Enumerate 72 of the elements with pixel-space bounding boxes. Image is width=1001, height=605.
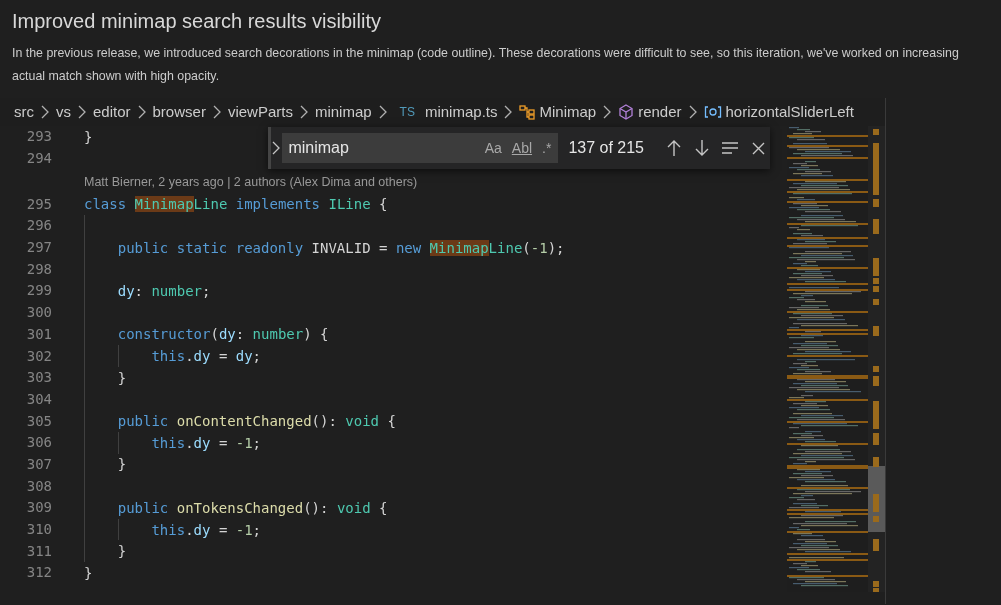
chevron-right-icon [272, 141, 281, 155]
chevron-right-icon [77, 105, 87, 119]
line-number: 297 [25, 238, 52, 258]
line-number: 310 [25, 520, 52, 540]
line-number: 294 [25, 149, 52, 169]
breadcrumb-item[interactable]: src [14, 100, 34, 124]
line-number: 305 [25, 411, 52, 431]
line-number: 298 [25, 259, 52, 279]
code-line: public static readonly INVALID = new MinimapLine(-1); [116, 238, 565, 258]
chevron-right-icon [687, 105, 698, 119]
code-line: } [116, 368, 127, 388]
line-number: 303 [25, 368, 52, 388]
code-line: } [116, 542, 127, 562]
search-field[interactable]: minimap Aa Abl .* [282, 133, 559, 163]
field-icon [703, 104, 722, 120]
code-line: public onContentChanged(): void { [116, 412, 396, 432]
breadcrumb-item[interactable]: viewParts [227, 100, 293, 124]
line-number: 293 [25, 127, 52, 147]
chevron-right-icon [40, 105, 50, 119]
breadcrumb-item[interactable]: browser [152, 100, 206, 124]
match-case-toggle[interactable]: Aa [481, 137, 505, 159]
chevron-right-icon [298, 105, 309, 119]
line-number: 301 [25, 324, 52, 344]
line-number: 304 [25, 389, 52, 409]
breadcrumb-item[interactable]: Minimap [539, 100, 597, 124]
line-number: 302 [25, 346, 52, 366]
code-lens[interactable]: Matt Bierner, 2 years ago | 2 authors (Alex Dima and others) [84, 172, 418, 192]
line-number: 307 [25, 454, 52, 474]
line-number: 312 [25, 563, 52, 583]
breadcrumb-item[interactable]: vs [56, 100, 71, 124]
file-type-label: TS [399, 104, 415, 121]
whole-word-toggle[interactable]: Abl [508, 137, 536, 159]
chevron-right-icon [377, 105, 388, 119]
class-icon [519, 104, 536, 120]
lines-icon [721, 141, 739, 155]
code-line: this.dy = -1; [150, 433, 262, 453]
description-text: In the previous release, we introduced search decorations in the minimap (code outline). These decorations were difficult to see, so this iteration, we've worked on increasing [12, 45, 959, 62]
arrow-up-icon [667, 139, 681, 157]
section-heading: Improved minimap search results visibility [12, 9, 382, 34]
code-line: this.dy = -1; [150, 520, 262, 540]
cube-icon [618, 104, 635, 120]
breadcrumb-item[interactable]: minimap [314, 100, 372, 124]
scrollbar-drawing[interactable] [868, 126, 885, 592]
line-number: 295 [25, 194, 52, 214]
breadcrumb-item[interactable]: render [638, 100, 682, 124]
line-number: 300 [25, 303, 52, 323]
code-line: } [116, 455, 127, 475]
code-line: class MinimapLine implements ILine { [84, 195, 388, 215]
breadcrumb-item[interactable]: editor [93, 100, 131, 124]
breadcrumb-item[interactable]: horizontalSliderLeft [725, 100, 854, 124]
line-number: 308 [25, 476, 52, 496]
line-number: 311 [25, 541, 52, 561]
regex-toggle[interactable]: .* [539, 137, 555, 159]
chevron-right-icon [503, 105, 514, 119]
code-line: } [84, 127, 93, 147]
chevron-right-icon [136, 105, 147, 119]
code-line: dy: number; [116, 281, 211, 301]
code-line: this.dy = dy; [150, 347, 262, 367]
match-count: 137 of 215 [568, 138, 644, 158]
line-number: 299 [25, 281, 52, 301]
arrow-down-icon [695, 139, 709, 157]
line-number: 309 [25, 498, 52, 518]
close-icon [751, 141, 765, 155]
code-line: constructor(dy: number) { [116, 325, 329, 345]
code-line: } [84, 563, 93, 583]
line-number: 306 [25, 433, 52, 453]
chevron-right-icon [602, 105, 613, 119]
code-line: public onTokensChanged(): void { [116, 498, 388, 518]
breadcrumb-item[interactable]: minimap.ts [424, 100, 498, 124]
chevron-right-icon [211, 105, 222, 119]
description-text: actual match shown with high opacity. [12, 68, 220, 85]
line-number: 296 [25, 216, 52, 236]
